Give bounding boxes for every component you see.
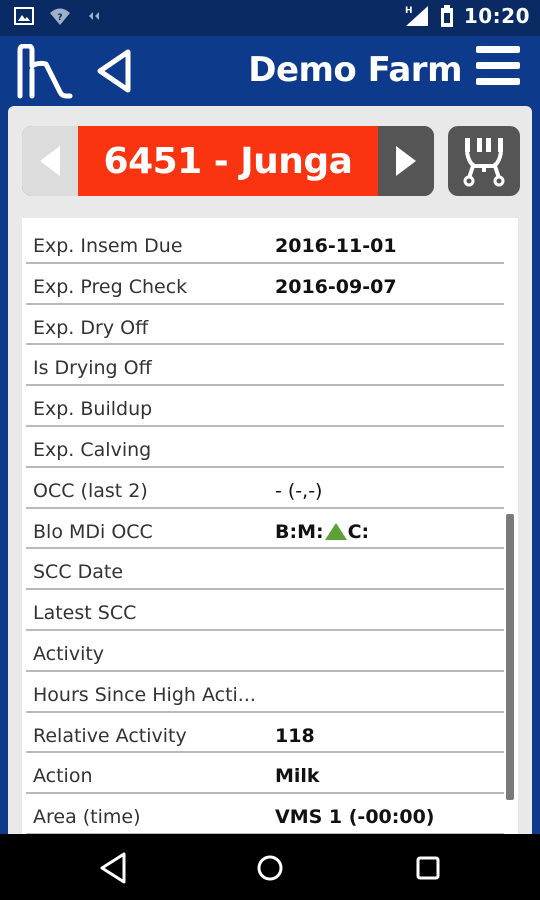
- nav-home-icon[interactable]: [250, 848, 290, 888]
- detail-row-blo-mdi-occ: Blo MDi OCC B:M: C:: [26, 509, 504, 550]
- menu-icon[interactable]: [476, 46, 520, 94]
- detail-label: Is Drying Off: [33, 357, 152, 380]
- status-bar: ? H 10:20: [0, 0, 540, 36]
- detail-label: Hours Since High Acti...: [33, 683, 256, 706]
- detail-row-occ-last-2: OCC (last 2) - (-,-): [26, 468, 504, 509]
- navigation-bar: [0, 834, 540, 900]
- nav-back-icon[interactable]: [94, 848, 134, 888]
- detail-row-activity: Activity: [26, 631, 504, 672]
- detail-row-exp-calving: Exp. Calving: [26, 427, 504, 468]
- mdi-prefix: B:M:: [275, 520, 324, 543]
- detail-row-exp-preg-check: Exp. Preg Check 2016-09-07: [26, 264, 504, 305]
- chevron-left-icon: [40, 146, 60, 176]
- status-time: 10:20: [463, 4, 530, 28]
- animal-title[interactable]: 6451 - Junga: [78, 126, 378, 196]
- battery-icon: [440, 5, 453, 27]
- detail-label: Relative Activity: [33, 724, 187, 747]
- detail-value: Milk: [275, 765, 320, 788]
- detail-label: Exp. Preg Check: [33, 275, 188, 298]
- detail-label: Area (time): [33, 806, 141, 829]
- detail-row-exp-dry-off: Exp. Dry Off: [26, 305, 504, 346]
- detail-label: Blo MDi OCC: [33, 520, 153, 543]
- detail-value: B:M: C:: [275, 521, 369, 543]
- detail-value: 2016-11-01: [275, 235, 397, 257]
- milking-button[interactable]: [448, 126, 520, 196]
- cast-icon: [89, 12, 99, 20]
- animal-card: 6451 - Junga Exp. Insem Due 2016-11-01 E…: [8, 106, 532, 834]
- detail-row-relative-activity: Relative Activity 118: [26, 713, 504, 754]
- list-scrollbar[interactable]: [506, 514, 514, 800]
- detail-label: Action: [33, 765, 93, 788]
- detail-row-latest-scc: Latest SCC: [26, 590, 504, 631]
- signal-icon: H: [405, 6, 428, 26]
- detail-value: 2016-09-07: [275, 275, 397, 298]
- detail-label: Latest SCC: [33, 602, 137, 625]
- back-icon[interactable]: [94, 48, 134, 94]
- detail-row-is-drying-off: Is Drying Off: [26, 345, 504, 387]
- detail-label: OCC (last 2): [33, 479, 148, 502]
- farm-name: Demo Farm: [248, 50, 462, 90]
- detail-label: SCC Date: [33, 561, 124, 584]
- detail-value: - (-,-): [275, 479, 323, 502]
- nav-recents-icon[interactable]: [408, 848, 448, 888]
- details-rows: Exp. Insem Due 2016-11-01 Exp. Preg Chec…: [22, 223, 518, 834]
- detail-row-hours-since-high-activity: Hours Since High Acti...: [26, 672, 504, 713]
- svg-text:?: ?: [57, 13, 62, 23]
- detail-row-action: Action Milk: [26, 753, 504, 795]
- status-bar-notifications: ?: [14, 6, 106, 26]
- mdi-status-triangle-icon: [324, 523, 347, 541]
- detail-value: VMS 1 (-00:00): [275, 806, 435, 829]
- detail-label: Exp. Dry Off: [33, 316, 149, 339]
- app-logo-icon[interactable]: [14, 44, 74, 100]
- detail-value: 118: [275, 724, 315, 747]
- previous-animal-button[interactable]: [22, 126, 78, 196]
- animal-details-list[interactable]: Exp. Insem Due 2016-11-01 Exp. Preg Chec…: [22, 218, 518, 834]
- milking-cluster-icon: [463, 138, 505, 187]
- status-bar-system: H 10:20: [404, 4, 530, 28]
- wifi-icon: ?: [50, 8, 70, 25]
- svg-text:H: H: [405, 6, 413, 16]
- animal-selector: 6451 - Junga: [22, 126, 434, 196]
- detail-row-scc-date: SCC Date: [26, 549, 504, 591]
- detail-label: Exp. Calving: [33, 438, 152, 461]
- next-animal-button[interactable]: [378, 126, 434, 196]
- image-icon: [14, 7, 34, 25]
- app-bar: Demo Farm: [0, 36, 540, 106]
- detail-row-exp-buildup: Exp. Buildup: [26, 386, 504, 427]
- detail-row-area-time: Area (time) VMS 1 (-00:00): [26, 794, 504, 834]
- detail-row-exp-insem-due: Exp. Insem Due 2016-11-01: [26, 223, 504, 264]
- detail-label: Activity: [33, 642, 105, 665]
- chevron-right-icon: [396, 146, 416, 176]
- mdi-suffix: C:: [347, 520, 370, 543]
- detail-label: Exp. Buildup: [33, 398, 153, 421]
- detail-label: Exp. Insem Due: [33, 235, 183, 257]
